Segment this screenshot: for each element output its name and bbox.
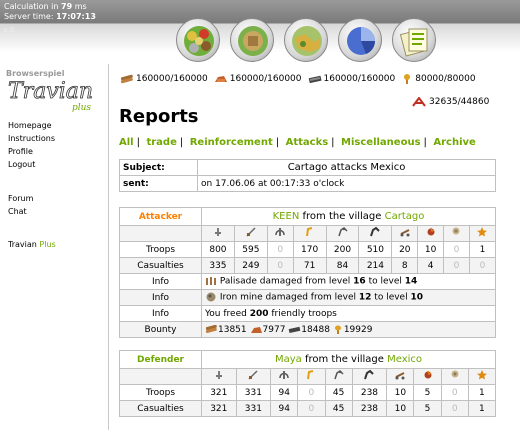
- resource-crop: 80000/80000: [401, 72, 476, 86]
- settler-icon: [477, 227, 488, 237]
- equites-legati-icon: [307, 370, 314, 380]
- resource-iron: 160000/160000: [308, 72, 395, 86]
- statistics-icon[interactable]: [338, 18, 382, 62]
- defender-casualties-row: Casualties 321 331 94 0 45 238 10 5 0 1: [119, 400, 497, 417]
- equites-caesaris-icon: [370, 226, 381, 237]
- map-icon[interactable]: [284, 18, 328, 62]
- settler-icon: [476, 370, 487, 380]
- palisade-icon: [206, 277, 216, 286]
- village-overview-icon[interactable]: [176, 18, 220, 62]
- sent-label: sent:: [119, 175, 198, 192]
- svg-text:plus: plus: [72, 103, 91, 113]
- nav-logout[interactable]: Logout: [8, 160, 35, 170]
- filter-archive[interactable]: Archive: [433, 137, 475, 148]
- village-center-icon[interactable]: [230, 18, 274, 62]
- legionnaire-icon: [215, 371, 222, 379]
- clay-icon: [250, 326, 262, 333]
- filter-miscellaneous[interactable]: Miscellaneous: [341, 137, 421, 148]
- battering-ram-icon: [400, 229, 410, 237]
- svg-text:Browserspiel: Browserspiel: [6, 69, 65, 78]
- resource-wood: 160000/160000: [120, 72, 208, 86]
- travian-logo[interactable]: Browserspiel Travian plus: [4, 66, 104, 116]
- nav-travian-plus[interactable]: Travian Plus: [8, 240, 56, 250]
- legionnaire-icon: [214, 228, 221, 236]
- server-info: Calculation in 79 ms Server time: 17:07:…: [4, 2, 96, 21]
- attacker-village-link[interactable]: Cartago: [385, 211, 425, 222]
- iron-mine-icon: [206, 292, 216, 302]
- imperian-icon: [275, 228, 285, 236]
- filter-all[interactable]: All: [119, 137, 134, 148]
- attacker-bounty-row: Bounty 13851 7977 18488 19929: [119, 321, 496, 338]
- attacker-unit-icons-row: [119, 225, 497, 242]
- defender-player-link[interactable]: Maya: [275, 354, 302, 365]
- fire-catapult-icon: [424, 370, 431, 379]
- nav-instructions[interactable]: Instructions: [8, 134, 55, 144]
- subject-value: Cartago attacks Mexico: [197, 159, 496, 176]
- wood-icon: [120, 74, 133, 84]
- sent-value: on 17.06.06 at 00:17:33 o'clock: [197, 175, 496, 192]
- attacker-info-row-3: Info You freed 200 friendly troops: [119, 305, 496, 322]
- equites-imperatoris-icon: [333, 370, 344, 380]
- praetorian-icon: [248, 370, 258, 380]
- crop-consumption: 32635/44860: [412, 97, 489, 107]
- crop-consumption-icon: [412, 97, 426, 107]
- crop-icon: [334, 325, 341, 334]
- nav-homepage[interactable]: Homepage: [8, 121, 52, 131]
- imperian-icon: [279, 371, 289, 379]
- defender-origin: Maya from the village Mexico: [201, 350, 496, 369]
- attacker-label: Attacker: [119, 207, 202, 226]
- defender-village-link[interactable]: Mexico: [387, 354, 422, 365]
- praetorian-icon: [246, 227, 256, 237]
- defender-table: Defender Maya from the village Mexico Tr…: [119, 350, 497, 417]
- attacker-table: Attacker KEEN from the village Cartago T…: [119, 207, 497, 338]
- defender-label: Defender: [119, 350, 202, 369]
- attacker-troops-row: Troops 800 595 0 170 200 510 20 10 0 1: [119, 241, 497, 258]
- equites-legati-icon: [305, 227, 312, 237]
- attacker-player-link[interactable]: KEEN: [273, 211, 300, 222]
- senator-icon: [451, 370, 459, 378]
- attacker-info-row-2: Info Iron mine damaged from level 12 to …: [119, 289, 496, 306]
- reports-icon[interactable]: [392, 18, 436, 62]
- wood-icon: [205, 324, 217, 333]
- svg-text:Travian: Travian: [8, 79, 93, 104]
- filter-reinforcement[interactable]: Reinforcement: [190, 137, 273, 148]
- battering-ram-icon: [395, 372, 405, 380]
- equites-imperatoris-icon: [337, 227, 348, 237]
- defender-unit-icons-row: [119, 368, 497, 385]
- clay-icon: [214, 76, 227, 82]
- iron-icon: [308, 75, 321, 84]
- attacker-casualties-row: Casualties 335 249 0 71 84 214 8 4 0 0: [119, 257, 497, 274]
- nav-profile[interactable]: Profile: [8, 147, 33, 157]
- filter-trade[interactable]: trade: [146, 137, 176, 148]
- filter-attacks[interactable]: Attacks: [286, 137, 329, 148]
- iron-icon: [288, 326, 301, 333]
- report-header-table: Subject: Cartago attacks Mexico sent: on…: [119, 159, 496, 192]
- senator-icon: [452, 227, 460, 235]
- resource-clay: 160000/160000: [214, 72, 302, 86]
- fire-catapult-icon: [427, 227, 435, 236]
- resource-bar: 160000/160000 160000/160000 160000/16000…: [120, 72, 520, 86]
- nav-chat[interactable]: Chat: [8, 207, 27, 217]
- attacker-info-row-1: Info Palisade damaged from level 16 to l…: [119, 273, 496, 290]
- crop-icon: [404, 74, 411, 84]
- sidebar-divider: [108, 64, 109, 430]
- version-label: ε.0: [4, 26, 15, 34]
- nav-forum[interactable]: Forum: [8, 194, 33, 204]
- defender-troops-row: Troops 321 331 94 0 45 238 10 5 0 1: [119, 384, 497, 401]
- attacker-origin: KEEN from the village Cartago: [201, 207, 496, 226]
- report-filter-bar: All | trade | Reinforcement | Attacks | Misc…: [119, 137, 476, 148]
- equites-caesaris-icon: [364, 369, 375, 380]
- page-title: Reports: [119, 106, 199, 127]
- subject-label: Subject:: [119, 159, 198, 176]
